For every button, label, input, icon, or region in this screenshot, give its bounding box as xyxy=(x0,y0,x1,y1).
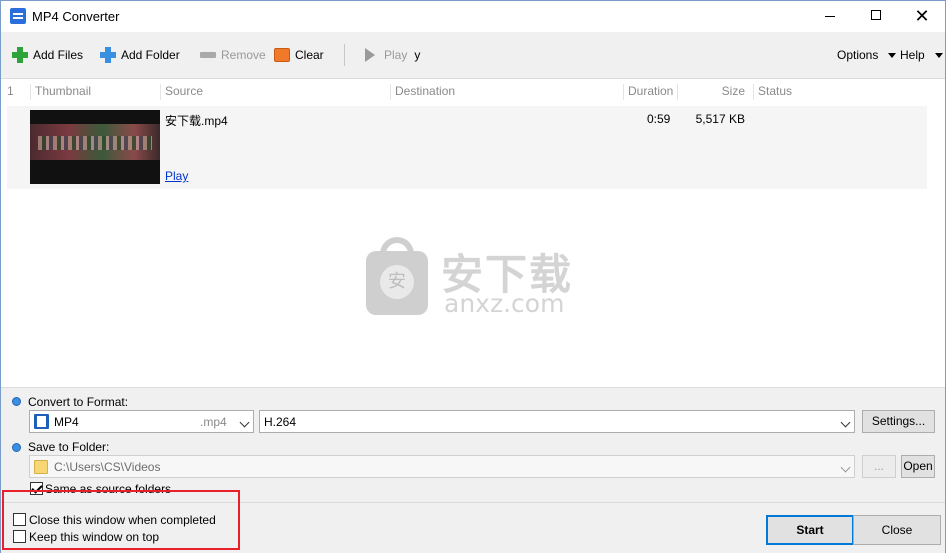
format-select[interactable]: MP4 .mp4 xyxy=(29,410,254,433)
convert-bullet-icon xyxy=(12,397,21,406)
maximize-button[interactable] xyxy=(853,1,899,32)
clear-icon xyxy=(274,48,290,62)
row-source: 安下载.mp4 xyxy=(165,114,228,128)
output-settings-panel: Convert to Format: MP4 .mp4 H.264 Settin… xyxy=(1,387,945,502)
toolbar: Add Files Add Folder Remove Clear Play y… xyxy=(1,32,945,79)
row-play-link[interactable]: Play xyxy=(165,169,188,183)
column-size[interactable]: Size xyxy=(677,84,749,100)
list-header: 1 Thumbnail Source Destination Duration … xyxy=(1,80,945,102)
video-thumbnail xyxy=(30,110,160,184)
minimize-button[interactable] xyxy=(807,1,853,32)
codec-select[interactable]: H.264 xyxy=(259,410,855,433)
format-extension: .mp4 xyxy=(200,415,227,429)
save-folder-path: C:\Users\CS\Videos xyxy=(54,460,161,474)
chevron-down-icon xyxy=(840,417,851,428)
add-files-button[interactable]: Add Files xyxy=(12,46,83,64)
column-destination[interactable]: Destination xyxy=(390,84,455,100)
toolbar-separator xyxy=(344,44,345,66)
options-menu[interactable]: Options xyxy=(837,46,897,64)
remove-label: Remove xyxy=(221,48,266,62)
save-bullet-icon xyxy=(12,443,21,452)
save-folder-label: Save to Folder: xyxy=(28,440,110,454)
film-icon xyxy=(34,414,49,429)
column-source[interactable]: Source xyxy=(160,84,203,100)
app-window: MP4 Converter ✕ Add Files Add Folder Rem… xyxy=(0,0,946,553)
title-bar: MP4 Converter ✕ xyxy=(1,1,945,32)
convert-format-label: Convert to Format: xyxy=(28,395,129,409)
save-folder-select[interactable]: C:\Users\CS\Videos xyxy=(29,455,855,478)
open-folder-button[interactable]: Open xyxy=(901,455,935,478)
play-button[interactable]: Play y xyxy=(365,46,420,64)
window-title: MP4 Converter xyxy=(32,9,120,24)
add-folder-button[interactable]: Add Folder xyxy=(100,46,180,64)
play-suffix: y xyxy=(414,48,421,62)
chevron-down-icon xyxy=(888,52,897,58)
options-label: Options xyxy=(837,48,879,62)
browse-button[interactable]: ... xyxy=(862,455,896,478)
add-folder-label: Add Folder xyxy=(121,48,180,62)
maximize-icon xyxy=(871,10,881,21)
codec-value: H.264 xyxy=(264,415,297,429)
shopping-bag-icon: 安 xyxy=(366,237,428,315)
table-row[interactable]: 安下载.mp4 Play 0:59 5,517 KB xyxy=(7,106,927,189)
add-files-label: Add Files xyxy=(33,48,84,62)
column-status[interactable]: Status xyxy=(753,84,792,100)
clear-label: Clear xyxy=(295,48,324,62)
remove-icon xyxy=(200,52,216,58)
row-size: 5,517 KB xyxy=(695,112,745,126)
help-label: Help xyxy=(900,48,925,62)
play-icon xyxy=(365,48,375,62)
start-button[interactable]: Start xyxy=(766,515,854,545)
remove-button[interactable]: Remove xyxy=(200,46,266,64)
watermark-en: anxz.com xyxy=(444,289,565,318)
column-thumbnail[interactable]: Thumbnail xyxy=(30,84,91,100)
chevron-down-icon xyxy=(840,462,851,473)
close-window-button[interactable]: ✕ xyxy=(899,1,945,32)
watermark-logo: 安 安下载 anxz.com xyxy=(366,237,606,327)
close-button[interactable]: Close xyxy=(853,515,941,545)
chevron-down-icon xyxy=(934,52,943,58)
column-duration[interactable]: Duration xyxy=(623,84,673,100)
app-icon xyxy=(10,8,26,24)
add-files-icon xyxy=(12,47,28,63)
help-menu[interactable]: Help xyxy=(900,46,943,64)
minimize-icon xyxy=(825,15,835,17)
clear-button[interactable]: Clear xyxy=(274,46,324,64)
settings-button[interactable]: Settings... xyxy=(862,410,935,433)
close-icon: ✕ xyxy=(914,6,930,26)
folder-icon xyxy=(34,460,48,474)
column-index[interactable]: 1 xyxy=(3,84,14,100)
format-value: MP4 xyxy=(54,415,79,429)
add-folder-icon xyxy=(100,47,116,63)
row-duration: 0:59 xyxy=(647,112,671,126)
file-list[interactable]: 1 Thumbnail Source Destination Duration … xyxy=(1,80,945,387)
play-label: Play xyxy=(384,48,408,62)
annotation-highlight-box xyxy=(2,490,240,550)
chevron-down-icon xyxy=(239,417,250,428)
